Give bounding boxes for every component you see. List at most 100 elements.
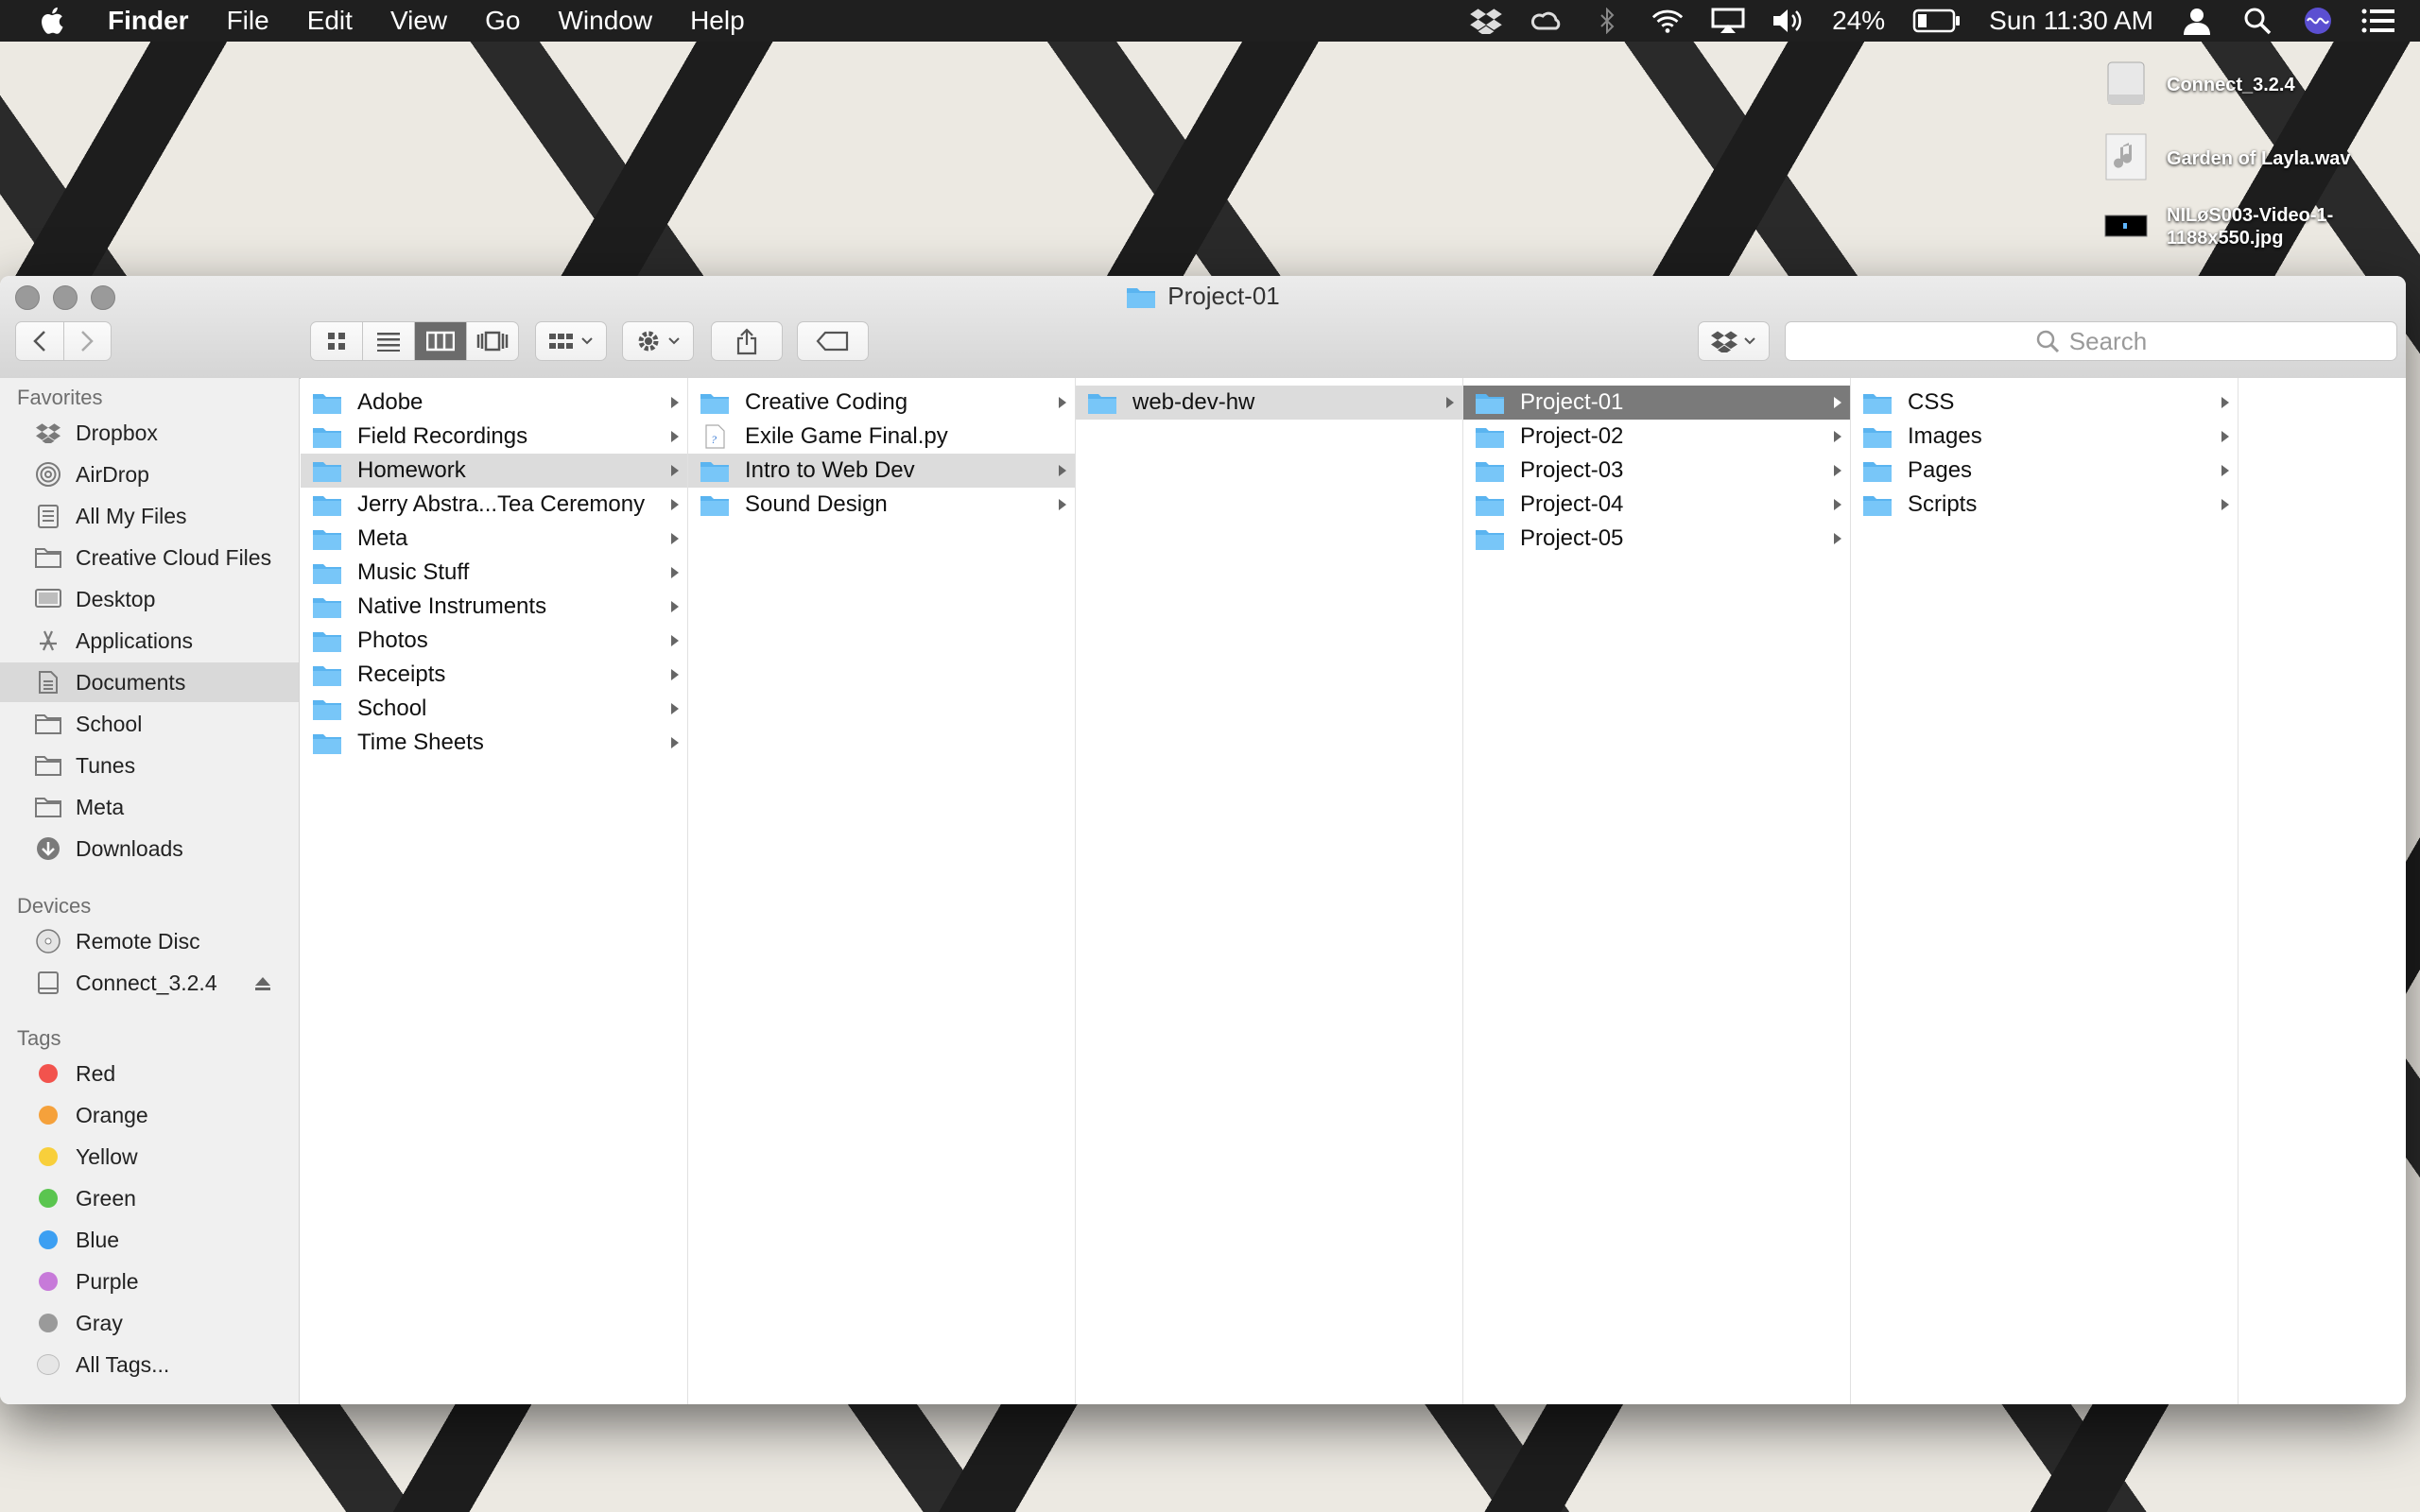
folder-row[interactable]: CSS [1851,386,2238,420]
icon-view-button[interactable] [311,322,363,360]
folder-icon [700,394,729,414]
folder-row[interactable]: Project-04 [1463,488,1850,522]
tags-button[interactable] [797,321,869,361]
folder-row[interactable]: Homework [301,454,687,488]
folder-row[interactable]: Images [1851,420,2238,454]
list-view-button[interactable] [363,322,415,360]
sidebar-item-dropbox[interactable]: Dropbox [0,413,299,453]
search-field[interactable]: Search [1785,321,2397,361]
item-label: Pages [1908,457,1973,483]
folder-row[interactable]: Intro to Web Dev [688,454,1075,488]
menu-window[interactable]: Window [558,6,652,36]
folder-row[interactable]: Project-03 [1463,454,1850,488]
folder-row[interactable]: Project-01 [1463,386,1850,420]
sidebar-item-airdrop[interactable]: AirDrop [0,455,299,494]
sidebar-item-all-my-files[interactable]: All My Files [0,496,299,536]
folder-row[interactable]: Creative Coding [688,386,1075,420]
menu-view[interactable]: View [390,6,447,36]
sidebar-tag-yellow[interactable]: Yellow [0,1137,299,1177]
disclosure-arrow-icon [671,669,679,680]
sidebar-device-connect-3-2-4[interactable]: Connect_3.2.4 [0,963,299,1003]
sidebar-tag-red[interactable]: Red [0,1054,299,1093]
window-toolbar: Project-01 Search [0,276,2406,379]
desktop-item-audio[interactable]: Garden of Layla.wav [2104,132,2394,181]
menu-edit[interactable]: Edit [307,6,353,36]
desktop-item-image[interactable]: NILøS003-Video-1-1188x550.jpg [2104,204,2394,253]
folder-icon [32,710,64,738]
folder-row[interactable]: Project-02 [1463,420,1850,454]
disclosure-arrow-icon [671,431,679,442]
battery-icon[interactable] [1911,7,1962,35]
folder-row[interactable]: School [301,692,687,726]
folder-icon [313,530,341,550]
folder-row[interactable]: Music Stuff [301,556,687,590]
sidebar-tag-purple[interactable]: Purple [0,1262,299,1301]
sidebar-item-label: Meta [76,794,125,819]
menu-file[interactable]: File [227,6,269,36]
eject-icon[interactable] [253,972,272,998]
tag-icon-slot [32,1226,64,1254]
creative-cloud-icon[interactable] [1530,7,1564,35]
favorites-section-header: Favorites [17,386,103,409]
disclosure-arrow-icon [2221,499,2229,510]
sidebar-item-label: Blue [76,1227,120,1252]
column-view-button[interactable] [415,322,467,360]
menubar-clock[interactable]: Sun 11:30 AM [1989,6,2153,36]
sidebar-tag-orange[interactable]: Orange [0,1095,299,1135]
menu-go[interactable]: Go [485,6,520,36]
sidebar-tag-all-tags-[interactable]: All Tags... [0,1345,299,1384]
sidebar-item-tunes[interactable]: Tunes [0,746,299,785]
desktop-item-drive[interactable]: Connect_3.2.4 [2104,59,2394,108]
sidebar-item-school[interactable]: School [0,704,299,744]
folder-row[interactable]: Sound Design [688,488,1075,522]
dropbox-status-icon[interactable] [1469,7,1503,35]
bluetooth-icon[interactable] [1590,7,1624,35]
sidebar-tag-blue[interactable]: Blue [0,1220,299,1260]
menu-app-finder[interactable]: Finder [108,6,189,36]
sidebar-item-downloads[interactable]: Downloads [0,829,299,868]
sidebar-tag-gray[interactable]: Gray [0,1303,299,1343]
volume-icon[interactable] [1772,7,1806,35]
folder-row[interactable]: Native Instruments [301,590,687,624]
notification-center-icon[interactable] [2361,7,2395,35]
folder-row[interactable]: Meta [301,522,687,556]
folder-row[interactable]: Project-05 [1463,522,1850,556]
folder-row[interactable]: Pages [1851,454,2238,488]
folder-row[interactable]: Time Sheets [301,726,687,760]
sidebar-item-creative-cloud-files[interactable]: Creative Cloud Files [0,538,299,577]
sidebar-item-meta[interactable]: Meta [0,787,299,827]
forward-button[interactable] [64,322,112,360]
folder-row[interactable]: Photos [301,624,687,658]
spotlight-icon[interactable] [2240,7,2274,35]
item-label: Jerry Abstra...Tea Ceremony [357,491,646,517]
sidebar-item-desktop[interactable]: Desktop [0,579,299,619]
sidebar-item-documents[interactable]: Documents [0,662,299,702]
folder-row[interactable]: Adobe [301,386,687,420]
folder-row[interactable]: Field Recordings [301,420,687,454]
folder-row[interactable]: Scripts [1851,488,2238,522]
sidebar-tag-green[interactable]: Green [0,1178,299,1218]
file-row[interactable]: ? Exile Game Final.py [688,420,1075,454]
arrange-button[interactable] [535,321,607,361]
action-button[interactable] [622,321,694,361]
gallery-view-button[interactable] [467,322,518,360]
dropbox-button[interactable] [1698,321,1770,361]
folder-row[interactable]: Jerry Abstra...Tea Ceremony [301,488,687,522]
menu-help[interactable]: Help [690,6,745,36]
user-icon[interactable] [2180,7,2214,35]
sidebar-device-remote-disc[interactable]: Remote Disc [0,921,299,961]
airplay-icon[interactable] [1711,7,1745,35]
desktop-item-label: Connect_3.2.4 [2167,75,2295,95]
disclosure-arrow-icon [671,465,679,476]
siri-icon[interactable] [2301,7,2335,35]
folder-row[interactable]: web-dev-hw [1076,386,1462,420]
sidebar-item-applications[interactable]: Applications [0,621,299,661]
apple-menu-icon[interactable] [36,4,70,38]
folder-icon [313,734,341,754]
back-button[interactable] [16,322,64,360]
wifi-icon[interactable] [1651,7,1685,35]
share-button[interactable] [711,321,783,361]
sidebar-item-label: Purple [76,1268,139,1294]
folder-row[interactable]: Receipts [301,658,687,692]
external-drive-icon [2107,61,2145,105]
